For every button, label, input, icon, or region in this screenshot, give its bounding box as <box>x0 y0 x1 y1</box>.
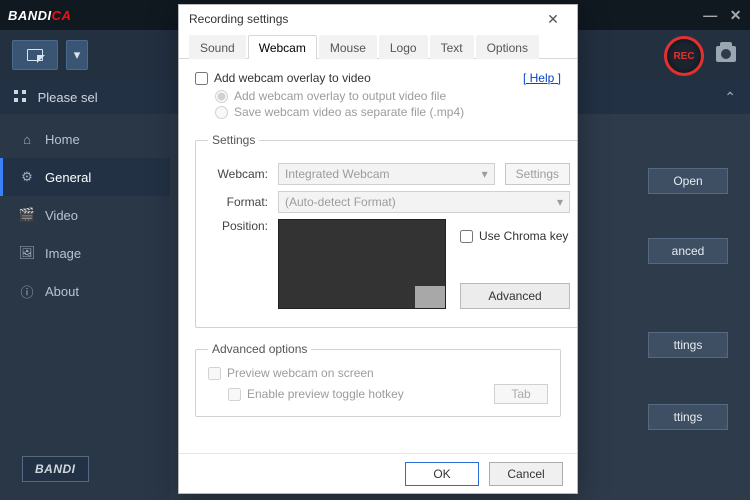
format-row: Format: (Auto-detect Format) ▾ <box>208 191 570 213</box>
sidebar-item-about[interactable]: ⓘ About <box>0 272 170 310</box>
toggle-hotkey-row[interactable]: Enable preview toggle hotkey <box>228 387 404 401</box>
video-icon: 🎬 <box>19 207 35 223</box>
ok-button[interactable]: OK <box>405 462 479 486</box>
rec-label: REC <box>673 51 694 62</box>
radio-separate-file[interactable]: Save webcam video as separate file (.mp4… <box>215 105 561 119</box>
add-overlay-checkbox[interactable] <box>195 72 208 85</box>
chevron-down-icon: ▾ <box>74 47 81 63</box>
format-label: Format: <box>208 195 268 209</box>
preview-onscreen-checkbox[interactable] <box>208 367 221 380</box>
add-overlay-label: Add webcam overlay to video <box>214 71 371 85</box>
help-link[interactable]: [ Help ] <box>523 71 561 85</box>
sidebar-item-video[interactable]: 🎬 Video <box>0 196 170 234</box>
radio-output-file[interactable] <box>215 90 228 103</box>
sidebar-item-home[interactable]: ⌂ Home <box>0 120 170 158</box>
advanced-options-fieldset: Advanced options Preview webcam on scree… <box>195 342 561 417</box>
sidebar-item-label: About <box>45 284 79 299</box>
webcam-value: Integrated Webcam <box>285 167 390 181</box>
radio-separate[interactable] <box>215 106 228 119</box>
sidebar-item-general[interactable]: ⚙ General <box>0 158 170 196</box>
sidebar-item-label: Video <box>45 208 78 223</box>
info-icon: ⓘ <box>19 283 35 299</box>
close-icon[interactable]: ✕ <box>730 7 742 24</box>
webcam-label: Webcam: <box>208 167 268 181</box>
toggle-hotkey-label: Enable preview toggle hotkey <box>247 387 404 401</box>
toggle-hotkey-checkbox[interactable] <box>228 388 241 401</box>
dialog-body: Add webcam overlay to video [ Help ] Add… <box>179 59 577 453</box>
image-icon: 🖼 <box>19 245 35 261</box>
chevron-up-icon: ⌃ <box>724 89 736 106</box>
format-select[interactable]: (Auto-detect Format) ▾ <box>278 191 570 213</box>
hotkey-field[interactable]: Tab <box>494 384 548 404</box>
settings-fieldset: Settings Webcam: Integrated Webcam ▾ Set… <box>195 133 577 328</box>
radio-output-label: Add webcam overlay to output video file <box>234 89 446 103</box>
minimize-icon[interactable]: — <box>703 7 718 23</box>
recording-settings-dialog: Recording settings ✕ Sound Webcam Mouse … <box>178 4 578 494</box>
sidebar-item-label: Home <box>45 132 80 147</box>
position-handle[interactable] <box>415 286 445 308</box>
chroma-checkbox[interactable] <box>460 230 473 243</box>
position-row: Position: Use Chroma key Advanced <box>208 219 570 309</box>
tab-logo[interactable]: Logo <box>379 35 428 59</box>
settings-legend: Settings <box>208 133 259 147</box>
advanced-button[interactable]: anced <box>648 238 728 264</box>
tab-text[interactable]: Text <box>430 35 474 59</box>
dialog-titlebar: Recording settings ✕ <box>179 5 577 33</box>
gear-icon: ⚙ <box>19 169 35 185</box>
radio-separate-label: Save webcam video as separate file (.mp4… <box>234 105 464 119</box>
tab-options[interactable]: Options <box>476 35 539 59</box>
chevron-down-icon: ▾ <box>557 195 563 209</box>
sidebar-item-label: Image <box>45 246 81 261</box>
dialog-title: Recording settings <box>189 12 288 26</box>
settings-button-1[interactable]: ttings <box>648 332 728 358</box>
preview-onscreen-label: Preview webcam on screen <box>227 366 374 380</box>
webcam-settings-button[interactable]: Settings <box>505 163 570 185</box>
window-controls: — ✕ <box>703 7 742 24</box>
overlay-checkbox-row[interactable]: Add webcam overlay to video <box>195 71 371 85</box>
select-area-label: Please sel <box>38 90 98 105</box>
advanced-legend: Advanced options <box>208 342 311 356</box>
chroma-label: Use Chroma key <box>479 229 568 243</box>
chevron-down-icon: ▾ <box>482 167 488 181</box>
record-button[interactable]: REC <box>664 36 704 76</box>
grid-icon <box>14 90 26 102</box>
radio-overlay-output[interactable]: Add webcam overlay to output video file <box>215 89 561 103</box>
tab-webcam[interactable]: Webcam <box>248 35 317 59</box>
close-icon: ✕ <box>547 11 559 28</box>
format-value: (Auto-detect Format) <box>285 195 396 209</box>
position-preview[interactable] <box>278 219 446 309</box>
sidebar-item-image[interactable]: 🖼 Image <box>0 234 170 272</box>
capture-mode-button[interactable] <box>12 40 58 70</box>
advanced-position-button[interactable]: Advanced <box>460 283 570 309</box>
sidebar: ⌂ Home ⚙ General 🎬 Video 🖼 Image ⓘ About <box>0 114 170 500</box>
chroma-row[interactable]: Use Chroma key <box>460 229 570 243</box>
dialog-tabs: Sound Webcam Mouse Logo Text Options <box>179 33 577 59</box>
app-logo: BANDICA <box>8 8 71 23</box>
tab-mouse[interactable]: Mouse <box>319 35 377 59</box>
capture-mode-dropdown[interactable]: ▾ <box>66 40 88 70</box>
preview-onscreen-row[interactable]: Preview webcam on screen <box>208 366 548 380</box>
open-button[interactable]: Open <box>648 168 728 194</box>
footer-logo: BANDI <box>22 456 89 482</box>
cancel-button[interactable]: Cancel <box>489 462 563 486</box>
sidebar-item-label: General <box>45 170 91 185</box>
screen-rect-icon <box>27 49 43 61</box>
webcam-row: Webcam: Integrated Webcam ▾ Settings <box>208 163 570 185</box>
screenshot-icon[interactable] <box>716 46 736 62</box>
position-label: Position: <box>208 219 268 233</box>
home-icon: ⌂ <box>19 131 35 147</box>
dialog-footer: OK Cancel <box>179 453 577 493</box>
settings-button-2[interactable]: ttings <box>648 404 728 430</box>
webcam-select[interactable]: Integrated Webcam ▾ <box>278 163 495 185</box>
tab-sound[interactable]: Sound <box>189 35 246 59</box>
dialog-close-button[interactable]: ✕ <box>535 7 571 31</box>
